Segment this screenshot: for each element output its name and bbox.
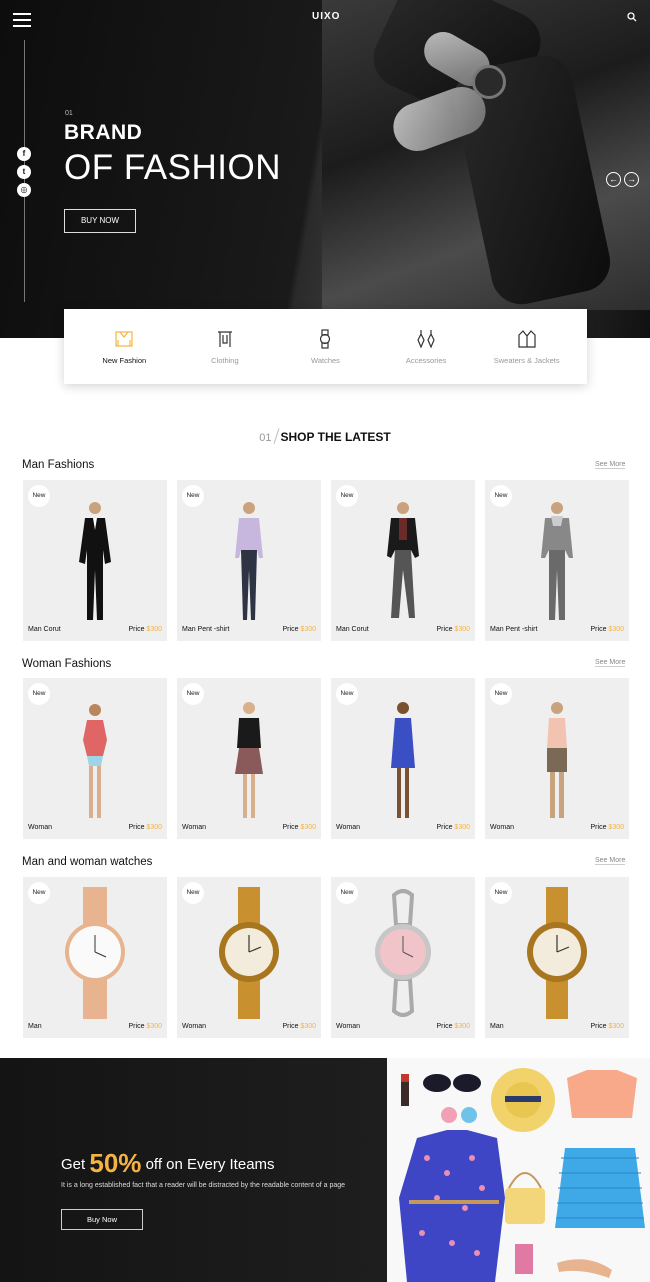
buy-now-button[interactable]: BUY NOW: [64, 209, 136, 233]
see-more-link[interactable]: See More: [595, 659, 626, 667]
product-card[interactable]: New Man Corut Price $300: [331, 480, 475, 641]
new-badge: New: [182, 683, 204, 705]
product-card[interactable]: New Man Pent -shirt Price $300: [485, 480, 629, 641]
promo-description: It is a long established fact that a rea…: [61, 1182, 346, 1189]
product-card[interactable]: New Man Corut Price $300: [23, 480, 167, 641]
watch-icon: [320, 329, 331, 349]
product-image: [235, 502, 263, 620]
product-image: [83, 704, 107, 818]
section-title: SHOP THE LATEST: [280, 430, 391, 444]
category-new-fashion[interactable]: New Fashion: [79, 328, 169, 365]
instagram-icon[interactable]: ◎: [17, 183, 31, 197]
category-bar: New Fashion Clothing Watches Accessories…: [64, 309, 587, 384]
clothing-rack-icon: [217, 331, 232, 347]
new-badge: New: [182, 882, 204, 904]
hero-number: 01: [65, 110, 73, 117]
product-card[interactable]: New Woman Price $300: [331, 877, 475, 1038]
row-title-woman-fashions: Woman Fashions: [22, 658, 112, 670]
next-slide-button[interactable]: →: [624, 172, 639, 187]
new-badge: New: [28, 882, 50, 904]
product-card[interactable]: New Woman Price $300: [331, 678, 475, 839]
product-image: [235, 702, 263, 818]
product-image: [391, 702, 415, 818]
product-image: [541, 502, 573, 620]
hero-brand: BRAND: [64, 121, 143, 144]
promo-fashion-image: [387, 1058, 650, 1282]
hero-title: OF FASHION: [64, 148, 281, 187]
product-card[interactable]: New Woman Price $300: [177, 877, 321, 1038]
hero-banner: UIXO f t ◎ 01 BRAND OF FASHION BUY NOW ←…: [0, 0, 650, 338]
product-image: [387, 502, 419, 618]
category-clothing[interactable]: Clothing: [180, 328, 270, 365]
jacket-icon: [518, 330, 536, 348]
search-icon[interactable]: [627, 12, 637, 22]
row-title-man-fashions: Man Fashions: [22, 459, 95, 471]
new-badge: New: [336, 485, 358, 507]
see-more-link[interactable]: See More: [595, 857, 626, 865]
product-image: [527, 887, 587, 1019]
new-badge: New: [490, 485, 512, 507]
new-badge: New: [490, 882, 512, 904]
category-accessories[interactable]: Accessories: [381, 328, 471, 365]
new-badge: New: [28, 683, 50, 705]
promo-buy-now-button[interactable]: Buy Now: [61, 1209, 143, 1230]
shop-section-header: 01 SHOP THE LATEST: [0, 428, 650, 446]
row-title-watches: Man and woman watches: [22, 856, 153, 868]
category-sweaters-jackets[interactable]: Sweaters & Jackets: [482, 328, 572, 365]
earrings-icon: [417, 330, 435, 349]
product-card[interactable]: New Man Price $300: [23, 877, 167, 1038]
product-image: [79, 502, 111, 620]
category-watches[interactable]: Watches: [280, 328, 370, 365]
hamburger-icon[interactable]: [13, 13, 31, 27]
twitter-icon[interactable]: t: [17, 165, 31, 179]
site-logo[interactable]: UIXO: [312, 11, 340, 22]
promo-heading: Get 50% off on Every Iteams: [61, 1148, 275, 1178]
product-image: [547, 702, 567, 818]
product-card[interactable]: New Woman Price $300: [485, 678, 629, 839]
see-more-link[interactable]: See More: [595, 461, 626, 469]
prev-slide-button[interactable]: ←: [606, 172, 621, 187]
dress-icon: [115, 331, 133, 347]
new-badge: New: [336, 882, 358, 904]
section-number: 01: [259, 432, 272, 444]
facebook-icon[interactable]: f: [17, 147, 31, 161]
product-card[interactable]: New Woman Price $300: [177, 678, 321, 839]
product-image: [65, 887, 125, 1019]
product-card[interactable]: New Man Pent -shirt Price $300: [177, 480, 321, 641]
product-card[interactable]: New Woman Price $300: [23, 678, 167, 839]
new-badge: New: [490, 683, 512, 705]
new-badge: New: [182, 485, 204, 507]
product-image: [219, 887, 279, 1019]
product-card[interactable]: New Man Price $300: [485, 877, 629, 1038]
product-image: [375, 889, 431, 1017]
hero-photo: [322, 0, 650, 310]
new-badge: New: [28, 485, 50, 507]
new-badge: New: [336, 683, 358, 705]
